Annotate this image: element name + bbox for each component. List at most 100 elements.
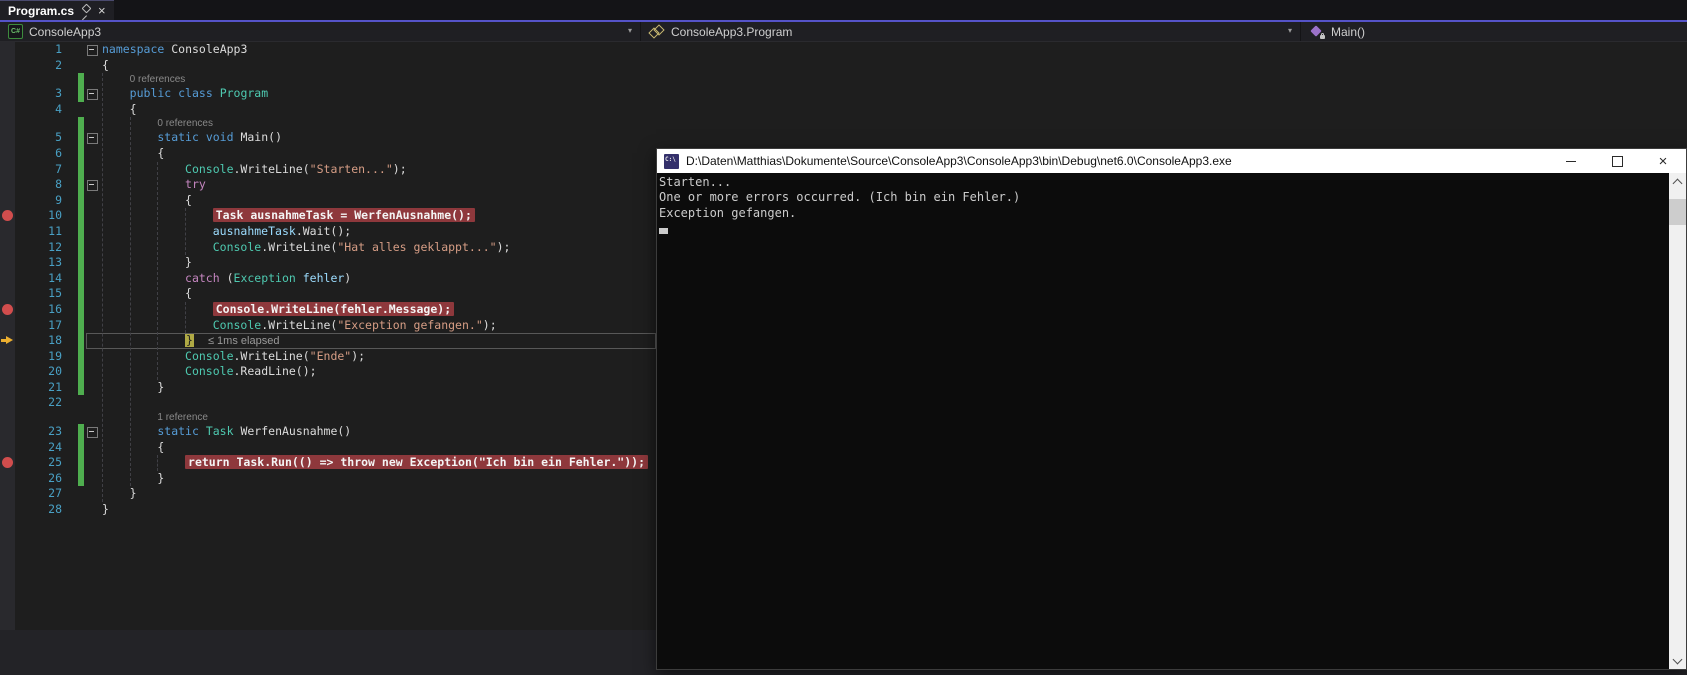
breakpoint-margin[interactable]	[0, 208, 16, 224]
codelens-row[interactable]: 0 references	[0, 73, 657, 87]
breakpoint-margin[interactable]	[0, 255, 16, 271]
member-dropdown[interactable]: Main()	[1300, 22, 1687, 41]
code-line-26[interactable]: 26}	[0, 470, 657, 487]
scroll-down-button[interactable]	[1669, 652, 1686, 669]
code-line-13[interactable]: 13}	[0, 255, 657, 271]
code-line-18[interactable]: 18} ≤ 1ms elapsed	[0, 333, 657, 349]
outlining-margin	[84, 255, 102, 271]
code-line-14[interactable]: 14 catch (Exception fehler)	[0, 270, 657, 287]
collapse-icon[interactable]	[87, 180, 98, 192]
breakpoint-margin[interactable]	[0, 349, 16, 365]
chevron-down-icon[interactable]: ▾	[628, 26, 632, 35]
code-line-5[interactable]: 5 static void Main()	[0, 130, 657, 146]
scrollbar-thumb[interactable]	[1669, 199, 1686, 225]
tab-program-cs[interactable]: Program.cs ×	[0, 0, 114, 20]
breakpoint-margin[interactable]	[0, 58, 16, 74]
breakpoint-margin[interactable]	[0, 411, 16, 424]
console-output[interactable]: Starten... One or more errors occurred. (…	[659, 173, 1669, 669]
collapse-icon[interactable]	[87, 133, 98, 145]
collapse-icon[interactable]	[87, 427, 98, 439]
line-number: 27	[48, 486, 62, 501]
code-line-27[interactable]: 27}	[0, 486, 657, 502]
code-line-17[interactable]: 17 Console.WriteLine("Exception gefangen.…	[0, 317, 657, 334]
minimize-button[interactable]	[1548, 149, 1594, 173]
breakpoint-margin[interactable]	[0, 286, 16, 302]
code-line-20[interactable]: 20 Console.ReadLine();	[0, 364, 657, 380]
breakpoint-margin[interactable]	[0, 240, 16, 256]
code-line-10[interactable]: 10 Task ausnahmeTask = WerfenAusnahme();	[0, 208, 657, 224]
breakpoint-margin[interactable]	[0, 162, 16, 178]
collapse-icon[interactable]	[87, 45, 98, 56]
breakpoint-icon[interactable]	[2, 210, 13, 222]
breakpoint-margin[interactable]	[0, 271, 16, 287]
console-window[interactable]: C:\ D:\Daten\Matthias\Dokumente\Source\C…	[656, 148, 1687, 670]
code-line-16[interactable]: 16 Console.WriteLine(fehler.Message);	[0, 301, 657, 318]
breakpoint-margin[interactable]	[0, 224, 16, 240]
code-line-3[interactable]: 3 public class Program	[0, 86, 657, 102]
breakpoint-margin[interactable]	[0, 333, 16, 349]
outlining-margin[interactable]	[84, 177, 102, 193]
code-line-7[interactable]: 7 Console.WriteLine("Starten...");	[0, 161, 657, 178]
breakpoint-icon[interactable]	[2, 303, 13, 315]
collapse-icon[interactable]	[87, 89, 98, 101]
breakpoint-margin[interactable]	[0, 42, 16, 58]
code-line-15[interactable]: 15 {	[0, 286, 657, 302]
breakpoint-margin[interactable]	[0, 102, 16, 118]
console-title-bar[interactable]: C:\ D:\Daten\Matthias\Dokumente\Source\C…	[657, 149, 1686, 173]
breakpoint-margin[interactable]	[0, 471, 16, 487]
code-line-24[interactable]: 24 {	[0, 439, 657, 456]
breakpoint-margin[interactable]	[0, 502, 16, 518]
code-line-6[interactable]: 6{	[0, 145, 657, 162]
code-line-2[interactable]: 2{	[0, 58, 657, 74]
line-number: 15	[48, 286, 62, 301]
outlining-margin[interactable]	[84, 86, 102, 102]
code-line-11[interactable]: 11 ausnahmeTask.Wait();	[0, 223, 657, 240]
pin-icon[interactable]	[81, 5, 91, 16]
code-line-9[interactable]: 9{	[0, 192, 657, 209]
scroll-up-button[interactable]	[1669, 173, 1686, 190]
type-dropdown[interactable]: ConsoleApp3.Program ▾	[640, 22, 1300, 41]
breakpoint-margin[interactable]	[0, 302, 16, 318]
code-line-22[interactable]: 22	[0, 395, 657, 411]
outlining-margin[interactable]	[84, 42, 102, 58]
maximize-button[interactable]	[1594, 149, 1640, 173]
code-line-1[interactable]: 1 namespace ConsoleApp3	[0, 42, 657, 58]
breakpoint-margin[interactable]	[0, 177, 16, 193]
outlining-margin[interactable]	[84, 130, 102, 146]
codelens-row[interactable]: 1 reference	[0, 411, 657, 424]
breakpoint-margin[interactable]	[0, 193, 16, 209]
code-line-28[interactable]: 28}	[0, 502, 657, 518]
breakpoint-margin[interactable]	[0, 440, 16, 456]
chevron-down-icon[interactable]: ▾	[1288, 26, 1292, 35]
breakpoint-margin[interactable]	[0, 86, 16, 102]
code-line-21[interactable]: 21}	[0, 379, 657, 396]
code-line-19[interactable]: 19 Console.WriteLine("Ende");	[0, 348, 657, 365]
breakpoint-margin[interactable]	[0, 146, 16, 162]
breakpoint-margin[interactable]	[0, 424, 16, 440]
breakpoint-icon[interactable]	[2, 457, 13, 469]
code-line-12[interactable]: 12 Console.WriteLine("Hat alles geklappt.…	[0, 239, 657, 256]
project-dropdown[interactable]: C# ConsoleApp3 ▾	[0, 22, 640, 41]
breakpoint-margin[interactable]	[0, 455, 16, 471]
code-text: {	[185, 192, 192, 207]
breakpoint-margin[interactable]	[0, 395, 16, 411]
outlining-margin[interactable]	[84, 424, 102, 440]
code-line-8[interactable]: 8 try	[0, 177, 657, 193]
code-editor[interactable]: 1 namespace ConsoleApp3 2{0 references 3 pub…	[0, 42, 657, 630]
close-icon[interactable]: ×	[98, 4, 106, 17]
breakpoint-margin[interactable]	[0, 486, 16, 502]
breakpoint-margin[interactable]	[0, 364, 16, 380]
codelens-row[interactable]: 0 references	[0, 117, 657, 131]
console-scrollbar[interactable]	[1669, 173, 1686, 669]
line-number: 14	[48, 270, 62, 285]
code-line-25[interactable]: 25 return Task.Run(() => throw new Except…	[0, 455, 657, 471]
breakpoint-margin[interactable]	[0, 130, 16, 146]
breakpoint-margin[interactable]	[0, 117, 16, 130]
code-text: }	[102, 502, 109, 517]
close-button[interactable]: ×	[1640, 149, 1686, 173]
code-line-23[interactable]: 23 static Task WerfenAusnahme()	[0, 424, 657, 440]
code-line-4[interactable]: 4{	[0, 102, 657, 118]
breakpoint-margin[interactable]	[0, 318, 16, 334]
breakpoint-margin[interactable]	[0, 380, 16, 396]
breakpoint-margin[interactable]	[0, 73, 16, 86]
